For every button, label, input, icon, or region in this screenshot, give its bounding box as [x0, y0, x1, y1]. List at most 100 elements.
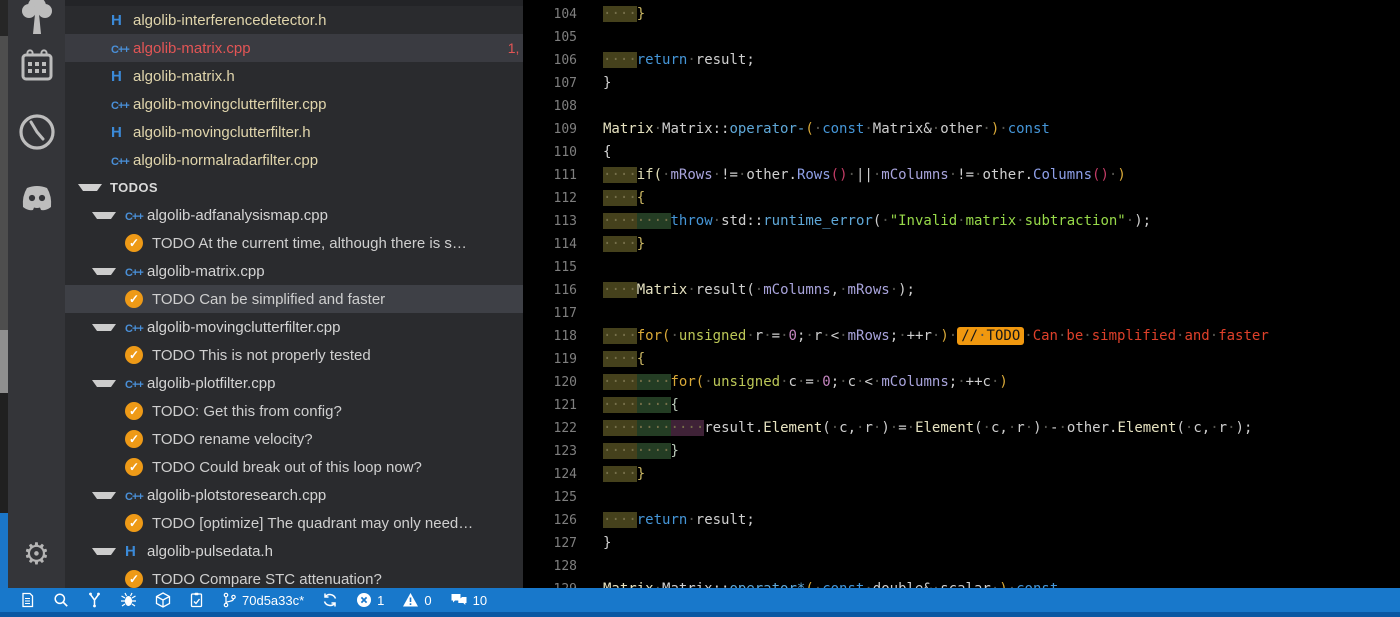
code-line-text: ····} — [603, 6, 646, 22]
todo-tree-icon[interactable] — [8, 0, 65, 46]
todo-item[interactable]: TODO [optimize] The quadrant may only ne… — [65, 509, 523, 537]
code-line: 120 ········for(·unsigned·c·=·0;·c·<·mCol… — [523, 371, 1400, 394]
cpp-file-icon — [125, 375, 147, 392]
line-number: 124 — [553, 467, 577, 482]
line-number: 104 — [553, 7, 577, 22]
code-line: 106 ····return·result; — [523, 49, 1400, 72]
h-file-icon — [125, 543, 147, 560]
code-editor[interactable]: ········104····}105106····return·result;… — [523, 0, 1400, 612]
git-branch-label: 70d5a33c* — [242, 592, 305, 608]
chevron-expanded-icon — [92, 379, 116, 387]
code-line: 113 ········throw·std::runtime_error(·"In… — [523, 210, 1400, 233]
sync-icon[interactable] — [322, 592, 338, 608]
todo-item[interactable]: TODO Could break out of this loop now? — [65, 453, 523, 481]
code-line: 116 ····Matrix·result(·mColumns,·mRows·); — [523, 279, 1400, 302]
todo-item-text: TODO [optimize] The quadrant may only ne… — [152, 514, 474, 532]
code-line: 109 Matrix·Matrix::operator-(·const·Matri… — [523, 118, 1400, 141]
warning-icon — [403, 593, 419, 607]
line-number: 112 — [553, 191, 577, 206]
file-row[interactable]: algolib-interferencedetector.hM — [65, 6, 523, 34]
todo-file-name: algolib-plotstoresearch.cpp — [147, 486, 327, 504]
h-file-icon — [111, 12, 133, 29]
code-line: 111 ····if(·mRows·!=·other.Rows()·||·mCol… — [523, 164, 1400, 187]
code-line: 123 ········} — [523, 440, 1400, 463]
package-icon[interactable] — [155, 592, 171, 608]
file-icon[interactable] — [20, 592, 35, 608]
line-number: 109 — [553, 122, 577, 137]
problems-warnings[interactable]: 0 — [402, 592, 432, 608]
file-row[interactable]: algolib-movingclutterfilter.cppM — [65, 90, 523, 118]
file-name: algolib-matrix.cpp — [133, 39, 251, 57]
line-number: 105 — [553, 30, 577, 45]
code-line: 115 — [523, 256, 1400, 279]
line-number: 123 — [553, 444, 577, 459]
git-branch-status[interactable]: 70d5a33c* — [222, 592, 304, 608]
todo-file-row[interactable]: algolib-adfanalysismap.cpp — [65, 201, 523, 229]
git-branch-icon — [223, 592, 236, 608]
fork-icon[interactable] — [87, 592, 102, 608]
calendar-icon[interactable] — [8, 48, 65, 84]
line-number: 107 — [553, 76, 577, 91]
line-number: 127 — [553, 536, 577, 551]
file-row[interactable]: algolib-normalradarfilter.cppM — [65, 146, 523, 174]
code-line: 110 { — [523, 141, 1400, 164]
code-line-text: ····Matrix·result(·mColumns,·mRows·); — [603, 282, 915, 298]
file-name: algolib-interferencedetector.h — [133, 11, 327, 29]
todo-item-text: TODO Compare STC attenuation? — [152, 570, 382, 588]
code-line: 112 ····{ — [523, 187, 1400, 210]
h-file-icon — [111, 68, 133, 85]
settings-gear-icon[interactable]: ⚙ — [8, 540, 65, 570]
git-status-badge: 1, M — [507, 40, 523, 56]
code-line-text: ····if(·mRows·!=·other.Rows()·||·mColumn… — [603, 167, 1126, 183]
todo-item[interactable]: TODO Can be simplified and faster — [65, 285, 523, 313]
file-row[interactable]: algolib-matrix.cpp 1, M — [65, 34, 523, 62]
code-line: 122 ············result.Element(·c,·r·)·=·… — [523, 417, 1400, 440]
clock-icon[interactable] — [8, 112, 65, 152]
code-line-text: ····return·result; — [603, 52, 755, 68]
code-line-text: ····{ — [603, 190, 646, 206]
line-number: 113 — [553, 214, 577, 229]
todo-item-text: TODO Can be simplified and faster — [152, 290, 386, 308]
todo-file-row[interactable]: algolib-movingclutterfilter.cpp — [65, 313, 523, 341]
code-line-text: { — [603, 144, 612, 160]
todo-item[interactable]: TODO At the current time, although there… — [65, 229, 523, 257]
file-name: algolib-movingclutterfilter.h — [133, 123, 311, 141]
todo-file-name: algolib-matrix.cpp — [147, 262, 265, 280]
todo-item[interactable]: TODO: Get this from config? — [65, 397, 523, 425]
file-name: algolib-matrix.h — [133, 67, 235, 85]
file-row[interactable]: algolib-movingclutterfilter.hM — [65, 118, 523, 146]
todo-item-text: TODO rename velocity? — [152, 430, 313, 448]
todo-item[interactable]: TODO This is not properly tested — [65, 341, 523, 369]
discord-icon[interactable] — [8, 184, 65, 212]
error-icon — [357, 593, 372, 607]
cpp-file-icon — [111, 96, 133, 113]
chevron-expanded-icon — [92, 491, 116, 499]
notes-check-icon[interactable] — [189, 592, 204, 608]
todo-file-row[interactable]: algolib-plotfilter.cpp — [65, 369, 523, 397]
todo-check-icon — [125, 514, 143, 532]
search-icon[interactable] — [53, 592, 69, 608]
bug-icon[interactable] — [120, 592, 137, 608]
code-line-text: ····} — [603, 466, 646, 482]
todo-item[interactable]: TODO rename velocity? — [65, 425, 523, 453]
code-line: 117 — [523, 302, 1400, 325]
todo-file-row[interactable]: algolib-pulsedata.h — [65, 537, 523, 565]
line-number: 108 — [553, 99, 577, 114]
todo-file-name: algolib-movingclutterfilter.cpp — [147, 318, 341, 336]
cpp-file-icon — [125, 263, 147, 280]
todos-section-header[interactable]: TODOS — [65, 174, 523, 200]
problems-errors[interactable]: 1 — [356, 592, 384, 608]
todo-file-row[interactable]: algolib-plotstoresearch.cpp — [65, 481, 523, 509]
cpp-file-icon — [125, 487, 147, 504]
feedback-status[interactable]: 10 — [450, 592, 487, 608]
file-row[interactable]: algolib-matrix.hM — [65, 62, 523, 90]
todo-item-text: TODO At the current time, although there… — [152, 234, 467, 252]
code-line: 119 ····{ — [523, 348, 1400, 371]
cpp-file-icon — [125, 319, 147, 336]
line-number: 120 — [553, 375, 577, 390]
todo-file-name: algolib-plotfilter.cpp — [147, 374, 276, 392]
line-number: 126 — [553, 513, 577, 528]
todo-file-row[interactable]: algolib-matrix.cpp — [65, 257, 523, 285]
code-line-text: ····{ — [603, 351, 646, 367]
cpp-file-icon — [111, 152, 133, 169]
